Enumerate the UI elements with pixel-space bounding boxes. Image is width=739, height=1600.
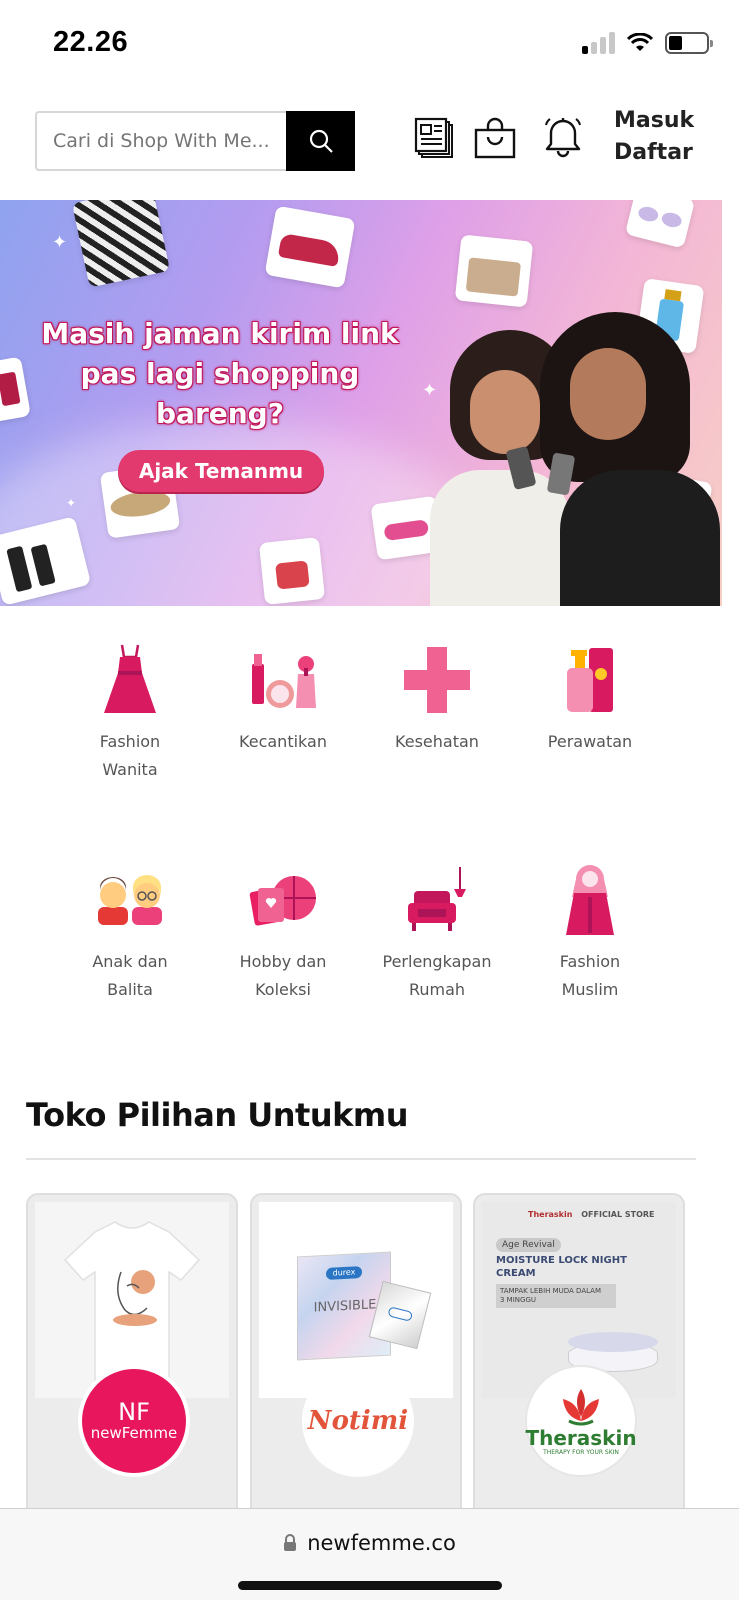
notimi-logo-text: Notimi (307, 1406, 409, 1436)
armchair-icon (408, 867, 466, 931)
banner-headline: Masih jaman kirim link pas lagi shopping… (41, 317, 399, 430)
sunglasses-image (624, 200, 696, 249)
category-label: Anak dan Balita (92, 952, 168, 999)
divider (26, 1158, 696, 1160)
category-label: Hobby dan Koleksi (239, 952, 327, 999)
search-icon (309, 129, 333, 153)
store-card-notimi[interactable]: durex INVISIBLE Notimi (250, 1193, 462, 1523)
kids-icon (98, 875, 162, 925)
sparkle-icon: ✦ (52, 232, 68, 252)
dress-icon (104, 644, 156, 713)
lock-icon (284, 1534, 297, 1551)
theraskin-logo-text: Theraskin (525, 1425, 637, 1450)
store-logo: Theraskin THERAPY FOR YOUR SKIN (525, 1365, 637, 1477)
cart-button[interactable] (472, 115, 518, 161)
category-label: Kecantikan (239, 732, 327, 751)
women-shopping-image (430, 312, 720, 606)
cosmetics-icon (252, 654, 316, 708)
battery-icon (665, 32, 713, 54)
wifi-icon (627, 33, 653, 51)
houndstooth-jacket-image (71, 200, 171, 288)
category-label: Fashion Wanita (99, 732, 161, 779)
auth-links: Masuk Daftar (614, 105, 724, 169)
shopping-bag-icon (474, 117, 516, 159)
register-link[interactable]: Daftar (614, 137, 724, 169)
category-kecantikan[interactable]: Kecantikan (208, 640, 358, 756)
status-icons (582, 32, 713, 54)
login-link[interactable]: Masuk (614, 105, 724, 137)
home-indicator[interactable] (238, 1581, 502, 1590)
newspaper-icon (414, 117, 453, 158)
store-logo: NF newFemme (78, 1365, 190, 1477)
notification-button[interactable] (540, 115, 586, 161)
browser-bottom-bar: newfemme.co (0, 1508, 739, 1600)
invite-friend-button[interactable]: Ajak Temanmu (118, 450, 324, 492)
status-bar: 22.26 (0, 0, 739, 90)
url-text: newfemme.co (307, 1531, 456, 1555)
sparkle-icon: ✦ (66, 496, 77, 510)
handbag-image (454, 234, 534, 308)
health-cross-icon (404, 647, 470, 713)
bell-icon (545, 118, 581, 158)
category-perlengkapan-rumah[interactable]: Perlengkapan Rumah (362, 860, 512, 1004)
category-hobby-dan-koleksi[interactable]: Hobby dan Koleksi (208, 860, 358, 1004)
category-anak-dan-balita[interactable]: Anak dan Balita (55, 860, 205, 1004)
category-label: Kesehatan (395, 732, 479, 751)
theraskin-tagline: THERAPY FOR YOUR SKIN (543, 1448, 619, 1456)
search-bar (35, 111, 355, 171)
store-logo: Notimi (302, 1365, 414, 1477)
category-label: Perlengkapan Rumah (382, 952, 492, 999)
store-card-theraskin[interactable]: Theraskin OFFICIAL STORE Age Revival MOI… (473, 1193, 685, 1523)
category-label: Fashion Muslim (559, 952, 621, 999)
hijab-icon (566, 865, 614, 935)
category-perawatan[interactable]: Perawatan (515, 640, 665, 756)
newfemme-logo-mark: NF (118, 1398, 150, 1426)
lotus-icon (563, 1388, 599, 1425)
skincare-icon (567, 648, 613, 712)
category-fashion-muslim[interactable]: Fashion Muslim (515, 860, 665, 1004)
category-kesehatan[interactable]: Kesehatan (362, 640, 512, 756)
search-input[interactable] (35, 111, 286, 171)
bikini-image (258, 537, 326, 605)
store-card-newfemme[interactable]: NF newFemme (26, 1193, 238, 1523)
nail-polish-image (0, 356, 31, 424)
status-time: 22.26 (53, 26, 129, 58)
sneaker-image (264, 205, 356, 289)
header: Masuk Daftar (0, 105, 739, 175)
news-button[interactable] (412, 115, 458, 161)
search-button[interactable] (286, 111, 355, 171)
category-label: Perawatan (547, 732, 633, 751)
cellular-signal-icon (582, 32, 615, 54)
category-fashion-wanita[interactable]: Fashion Wanita (55, 640, 205, 784)
address-bar[interactable]: newfemme.co (0, 1531, 739, 1555)
section-title: Toko Pilihan Untukmu (26, 1096, 409, 1134)
promo-banner[interactable]: ✦ ✦ ✦ Masih jaman kirim link pas lagi sh… (0, 200, 722, 606)
hobby-icon (249, 876, 316, 926)
newfemme-logo-text: newFemme (90, 1424, 178, 1442)
